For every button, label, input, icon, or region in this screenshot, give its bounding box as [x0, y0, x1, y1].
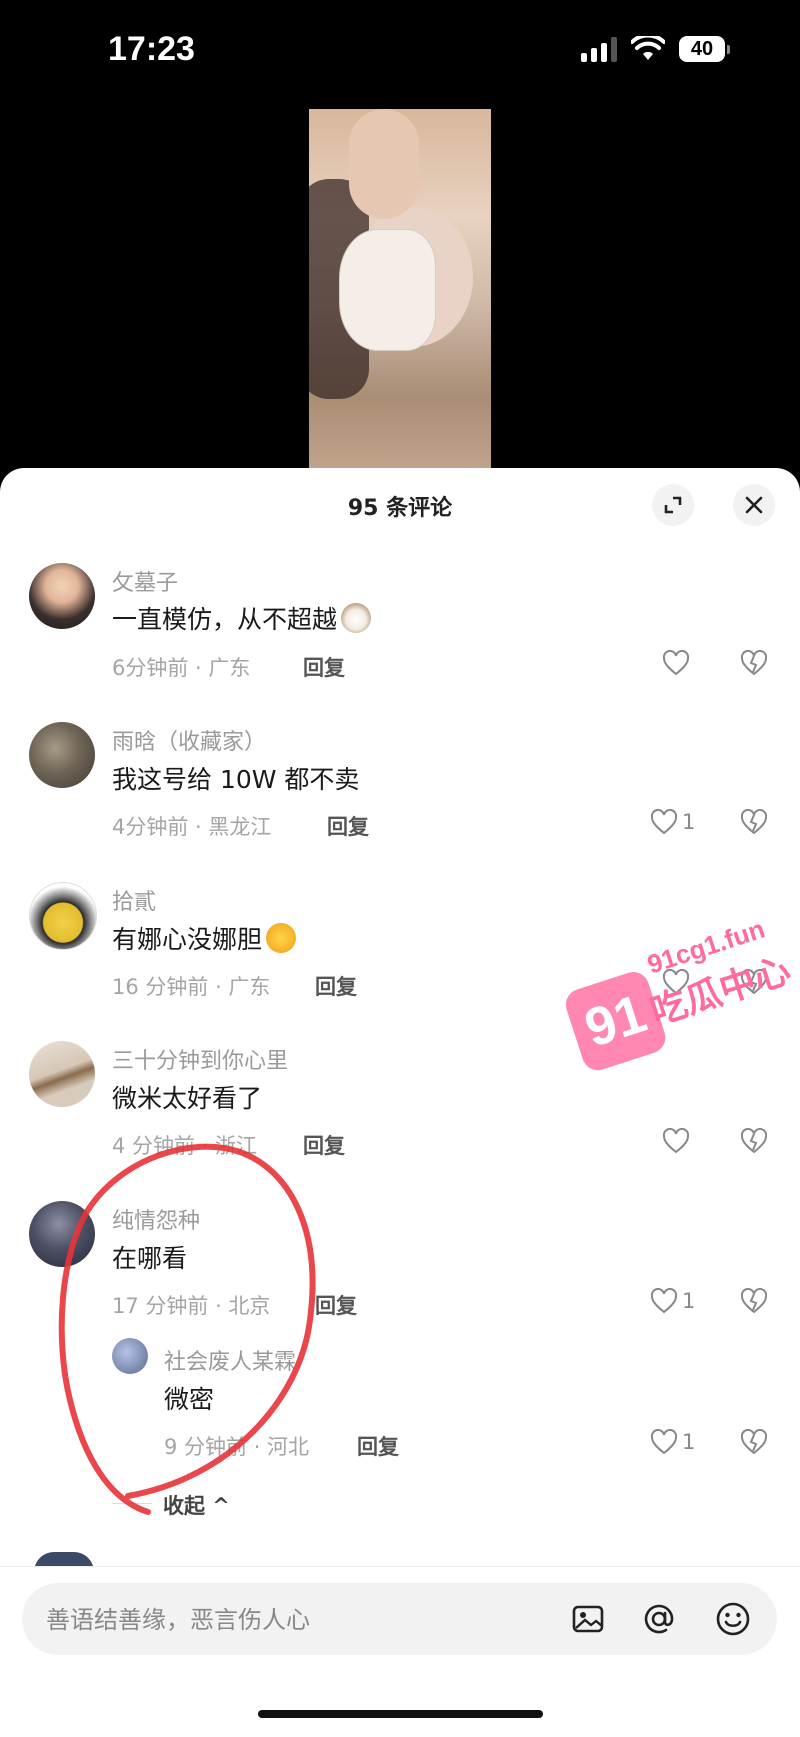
comment-meta: 6分钟前 · 广东	[112, 656, 251, 680]
heart-icon	[662, 650, 690, 676]
broken-heart-icon	[740, 649, 768, 676]
collapse-replies-button[interactable]: 收起 ^	[163, 1490, 230, 1520]
like-button[interactable]: 1	[650, 1429, 695, 1455]
comment-meta: 9 分钟前 · 河北	[164, 1435, 310, 1459]
avatar[interactable]	[29, 882, 97, 950]
broken-heart-icon	[740, 1127, 768, 1154]
dislike-button[interactable]	[740, 649, 768, 680]
heart-icon	[650, 809, 678, 835]
like-count: 1	[682, 1430, 696, 1454]
comment-text: 微密	[164, 1385, 215, 1414]
reply-button[interactable]: 回复	[357, 1431, 399, 1461]
reply-button[interactable]: 回复	[327, 811, 369, 841]
comment-username[interactable]: 攵墓子	[112, 565, 178, 597]
mention-button[interactable]	[639, 1599, 679, 1639]
reply-button[interactable]: 回复	[315, 971, 357, 1001]
like-button[interactable]	[662, 650, 694, 676]
home-indicator[interactable]	[258, 1710, 543, 1718]
close-button[interactable]	[733, 484, 775, 526]
avatar[interactable]	[29, 563, 95, 629]
status-icons: 40	[581, 36, 730, 62]
cat-emoji-icon	[341, 603, 372, 633]
like-button[interactable]: 1	[650, 1288, 695, 1314]
expand-icon	[664, 496, 682, 514]
image-icon	[572, 1605, 604, 1633]
broken-heart-icon	[740, 1428, 768, 1455]
like-count: 1	[682, 810, 696, 834]
smiley-icon	[716, 1602, 750, 1636]
reply-button[interactable]: 回复	[315, 1290, 357, 1320]
collapse-divider	[112, 1503, 152, 1504]
comment-text: 在哪看	[112, 1244, 188, 1273]
comment-meta: 17 分钟前 · 北京	[112, 1294, 271, 1318]
avatar[interactable]	[29, 722, 95, 788]
video-preview[interactable]	[309, 109, 491, 469]
wifi-icon	[631, 36, 665, 60]
watermark: 91 91cg1.fun 吃瓜中心	[565, 914, 795, 1071]
reply-button[interactable]: 回复	[303, 1130, 345, 1160]
heart-icon	[650, 1288, 678, 1314]
status-bar: 17:23 40	[0, 0, 800, 110]
comment-text: 一直模仿，从不超越	[112, 600, 372, 636]
comment-input[interactable]	[44, 1583, 548, 1657]
comment-meta: 4 分钟前 · 浙江	[112, 1134, 258, 1158]
dislike-button[interactable]	[740, 1127, 768, 1158]
comment-text: 有娜心没娜胆	[112, 920, 297, 956]
comment-meta: 4分钟前 · 黑龙江	[112, 815, 272, 839]
dislike-button[interactable]	[740, 808, 768, 839]
like-button[interactable]	[662, 1128, 694, 1154]
comment-username[interactable]: 雨晗（收藏家）	[112, 724, 266, 756]
comment-text: 微米太好看了	[112, 1084, 263, 1113]
broken-heart-icon	[740, 808, 768, 835]
avatar[interactable]	[112, 1338, 148, 1374]
heart-icon	[662, 1128, 690, 1154]
emoji-button[interactable]	[713, 1599, 753, 1639]
comment-username[interactable]: 三十分钟到你心里	[112, 1043, 288, 1075]
comment-text-content: 有娜心没娜胆	[112, 925, 263, 954]
heart-icon	[650, 1429, 678, 1455]
avatar[interactable]	[29, 1201, 95, 1267]
image-button[interactable]	[568, 1599, 608, 1639]
broken-heart-icon	[740, 1287, 768, 1314]
battery-level: 40	[679, 36, 725, 62]
dislike-button[interactable]	[740, 1428, 768, 1459]
comment-username[interactable]: 社会废人某霖	[164, 1344, 296, 1376]
sheet-header: 95 条评论	[0, 468, 800, 538]
close-icon	[745, 496, 763, 514]
expand-button[interactable]	[652, 484, 694, 526]
avatar[interactable]	[29, 1041, 95, 1107]
comment-text-content: 一直模仿，从不超越	[112, 605, 338, 634]
comment-text: 我这号给 10W 都不卖	[112, 765, 360, 794]
heart-eyes-emoji-icon	[266, 923, 297, 953]
battery-icon: 40	[679, 36, 730, 62]
clock: 17:23	[108, 30, 195, 68]
at-icon	[644, 1604, 674, 1634]
comment-username[interactable]: 拾貳	[112, 884, 156, 916]
dislike-button[interactable]	[740, 1287, 768, 1318]
comment-input-container	[22, 1583, 777, 1657]
reply-button[interactable]: 回复	[303, 652, 345, 682]
comment-username[interactable]: 纯情怨种	[112, 1203, 200, 1235]
like-count: 1	[682, 1289, 696, 1313]
comment-meta: 16 分钟前 · 广东	[112, 975, 271, 999]
like-button[interactable]: 1	[650, 809, 695, 835]
cellular-signal-icon	[581, 36, 617, 62]
